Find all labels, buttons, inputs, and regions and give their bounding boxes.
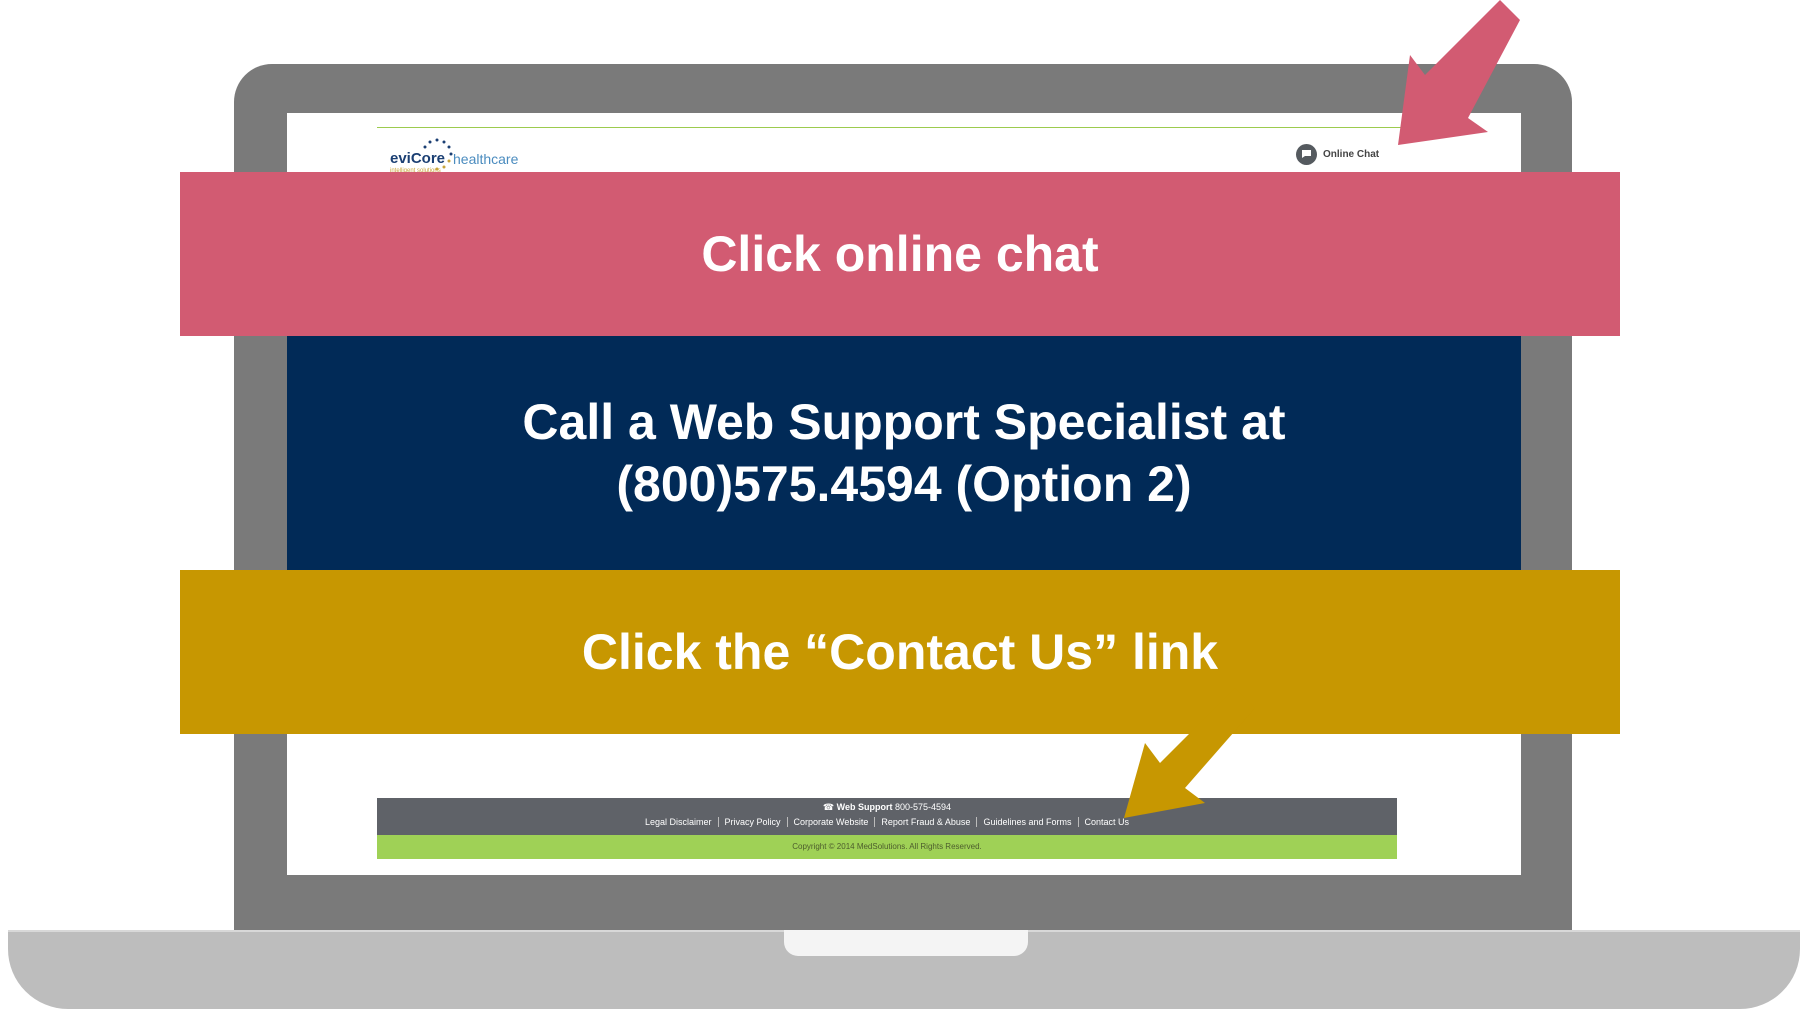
online-chat-instruction-band: Click online chat bbox=[180, 172, 1620, 336]
logo-suffix: healthcare bbox=[453, 151, 519, 167]
web-support-phone: 800-575-4594 bbox=[895, 802, 952, 812]
phone-icon: ☎ bbox=[822, 802, 835, 812]
footer-link-legal-disclaimer[interactable]: Legal Disclaimer bbox=[639, 817, 719, 827]
footer-link-report-fraud[interactable]: Report Fraud & Abuse bbox=[875, 817, 978, 827]
phone-instruction-band: Call a Web Support Specialist at (800)57… bbox=[287, 336, 1521, 570]
contact-us-instruction-band: Click the “Contact Us” link bbox=[180, 570, 1620, 734]
footer-link-privacy-policy[interactable]: Privacy Policy bbox=[719, 817, 788, 827]
contact-us-instruction: Click the “Contact Us” link bbox=[581, 624, 1219, 680]
online-chat-link[interactable]: Online Chat bbox=[1296, 143, 1379, 165]
header-rule bbox=[377, 127, 1433, 128]
online-chat-instruction: Click online chat bbox=[701, 226, 1099, 282]
phone-instruction-line1: Call a Web Support Specialist at bbox=[522, 394, 1286, 450]
gold-arrow-icon bbox=[1124, 688, 1255, 818]
web-support-label: Web Support bbox=[836, 802, 893, 812]
footer-link-guidelines[interactable]: Guidelines and Forms bbox=[977, 817, 1079, 827]
pink-arrow-icon bbox=[1398, 0, 1520, 145]
chat-bubble-icon bbox=[1296, 143, 1317, 165]
laptop-base-notch bbox=[784, 930, 1028, 956]
footer-copyright: Copyright © 2014 MedSolutions. All Right… bbox=[377, 835, 1397, 859]
logo-brand: eviCore bbox=[390, 150, 446, 167]
footer-link-corporate-website[interactable]: Corporate Website bbox=[788, 817, 876, 827]
phone-instruction-line2: (800)575.4594 (Option 2) bbox=[616, 456, 1192, 512]
